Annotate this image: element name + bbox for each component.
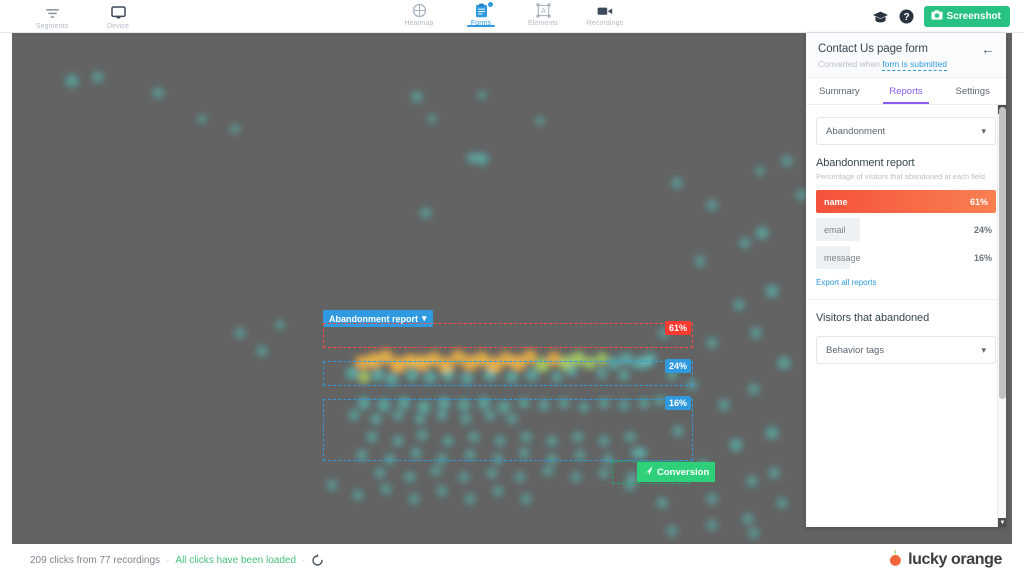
toolbar-tab-label: Heatmap — [404, 20, 434, 27]
abandonment-bar-label: email — [824, 224, 846, 235]
camera-icon — [930, 10, 943, 23]
tab-summary[interactable]: Summary — [806, 78, 873, 104]
abandonment-report-chip-label: Abandonment report — [329, 313, 418, 324]
field-highlight-message — [323, 399, 693, 461]
svg-text:A: A — [541, 8, 546, 15]
toolbar-tab-label: Elements — [528, 20, 558, 27]
panel-subtitle: Converted when form is submitted — [818, 59, 994, 71]
export-all-reports-link[interactable]: Export all reports — [816, 278, 996, 287]
toolbar-center-group: Heatmap Forms A Elements Recordings — [0, 0, 1024, 33]
visitors-heading: Visitors that abandoned — [816, 312, 930, 324]
toolbar-right-group: ? Screenshot — [872, 0, 1010, 33]
field-percent-email: 24% — [665, 359, 692, 373]
toolbar-tab-forms[interactable]: Forms — [457, 0, 505, 27]
panel-scrollbar[interactable]: ▲ ▼ — [997, 105, 1006, 527]
panel-tabs: Summary Reports Settings — [806, 78, 1006, 105]
abandonment-report-section: Abandonment report Percentage of visitor… — [806, 145, 1006, 269]
abandonment-bar-value: 16% — [973, 252, 992, 263]
abandonment-bar-value: 24% — [973, 224, 992, 235]
field-highlight-name — [323, 323, 693, 348]
toolbar-tab-label: Forms — [470, 20, 492, 27]
tab-reports[interactable]: Reports — [873, 78, 940, 104]
abandonment-bar-chart: name 61% email 24% message 16% — [816, 190, 996, 269]
field-percent-name: 61% — [665, 321, 692, 335]
load-status-text: All clicks have been loaded — [175, 554, 297, 566]
cursor-arrow-icon — [643, 465, 654, 479]
form-details-panel: Contact Us page form Converted when form… — [806, 33, 1006, 527]
svg-text:?: ? — [903, 12, 909, 23]
brand-name: lucky orange — [908, 551, 1002, 568]
panel-scrollbar-thumb[interactable] — [999, 107, 1006, 399]
status-footer: 209 clicks from 77 recordings · All clic… — [0, 544, 1024, 576]
refresh-icon[interactable] — [311, 553, 324, 567]
footer-separator: · — [166, 554, 170, 566]
toolbar-tab-elements[interactable]: A Elements — [519, 0, 567, 27]
top-toolbar: Segments Device Heatmap Forms A Elements… — [0, 0, 1024, 33]
abandonment-bar-label: name — [824, 196, 848, 207]
chevron-down-icon: ▾ — [981, 344, 986, 355]
abandonment-report-heading: Abandonment report — [816, 157, 915, 169]
abandonment-bar-row[interactable]: email 24% — [816, 218, 996, 241]
chevron-down-icon: ▾ — [981, 125, 986, 136]
screenshot-label: Screenshot — [946, 11, 1001, 22]
tab-settings[interactable]: Settings — [939, 78, 1006, 104]
report-type-select[interactable]: Abandonment ▾ — [816, 117, 996, 145]
toolbar-tab-label: Recordings — [586, 20, 624, 27]
graduation-cap-icon[interactable] — [872, 10, 889, 24]
conversion-chip[interactable]: Conversion — [637, 462, 716, 482]
visitors-that-abandoned-section: Visitors that abandoned — [806, 300, 1006, 324]
video-camera-icon — [597, 3, 613, 18]
arrow-left-icon[interactable]: ← — [981, 42, 995, 56]
abandonment-bar: email — [816, 218, 860, 241]
field-highlight-email — [323, 361, 693, 386]
conversion-chip-label: Conversion — [657, 466, 710, 478]
orange-fruit-icon — [888, 548, 903, 572]
panel-subtitle-prefix: Converted when — [818, 59, 883, 69]
screenshot-button[interactable]: Screenshot — [923, 6, 1010, 27]
behavior-tags-select[interactable]: Behavior tags ▾ — [816, 336, 996, 364]
conversion-goal-link[interactable]: form is submitted — [882, 59, 947, 71]
field-percent-message: 16% — [665, 396, 692, 410]
panel-title: Contact Us page form — [818, 43, 928, 55]
clipboard-icon — [475, 3, 488, 18]
abandonment-bar-value: 61% — [969, 196, 988, 207]
crosshair-icon — [412, 3, 427, 18]
footer-separator: · — [302, 554, 306, 566]
behavior-tags-value: Behavior tags — [826, 344, 885, 356]
panel-header: Contact Us page form Converted when form… — [806, 33, 1006, 78]
panel-body: Abandonment ▾ Abandonment report Percent… — [806, 105, 1006, 527]
notification-dot-icon — [488, 2, 493, 7]
toolbar-tab-recordings[interactable]: Recordings — [581, 0, 629, 27]
element-frame-icon: A — [535, 3, 551, 18]
abandonment-report-hint: Percentage of visitors that abandoned at… — [816, 172, 987, 181]
abandonment-bar-label: message — [824, 252, 861, 263]
report-type-value: Abandonment — [826, 125, 886, 137]
abandonment-bar: message — [816, 246, 861, 269]
scroll-down-arrow-icon[interactable]: ▼ — [998, 518, 1006, 527]
brand-logo: lucky orange — [888, 548, 1002, 572]
question-mark-icon[interactable]: ? — [899, 9, 914, 24]
abandonment-bar-row[interactable]: name 61% — [816, 190, 996, 213]
abandonment-bar-row[interactable]: message 16% — [816, 246, 996, 269]
clicks-count-text: 209 clicks from 77 recordings — [30, 554, 161, 566]
toolbar-tab-heatmap[interactable]: Heatmap — [395, 0, 443, 27]
footer-status-group: 209 clicks from 77 recordings · All clic… — [30, 553, 324, 567]
